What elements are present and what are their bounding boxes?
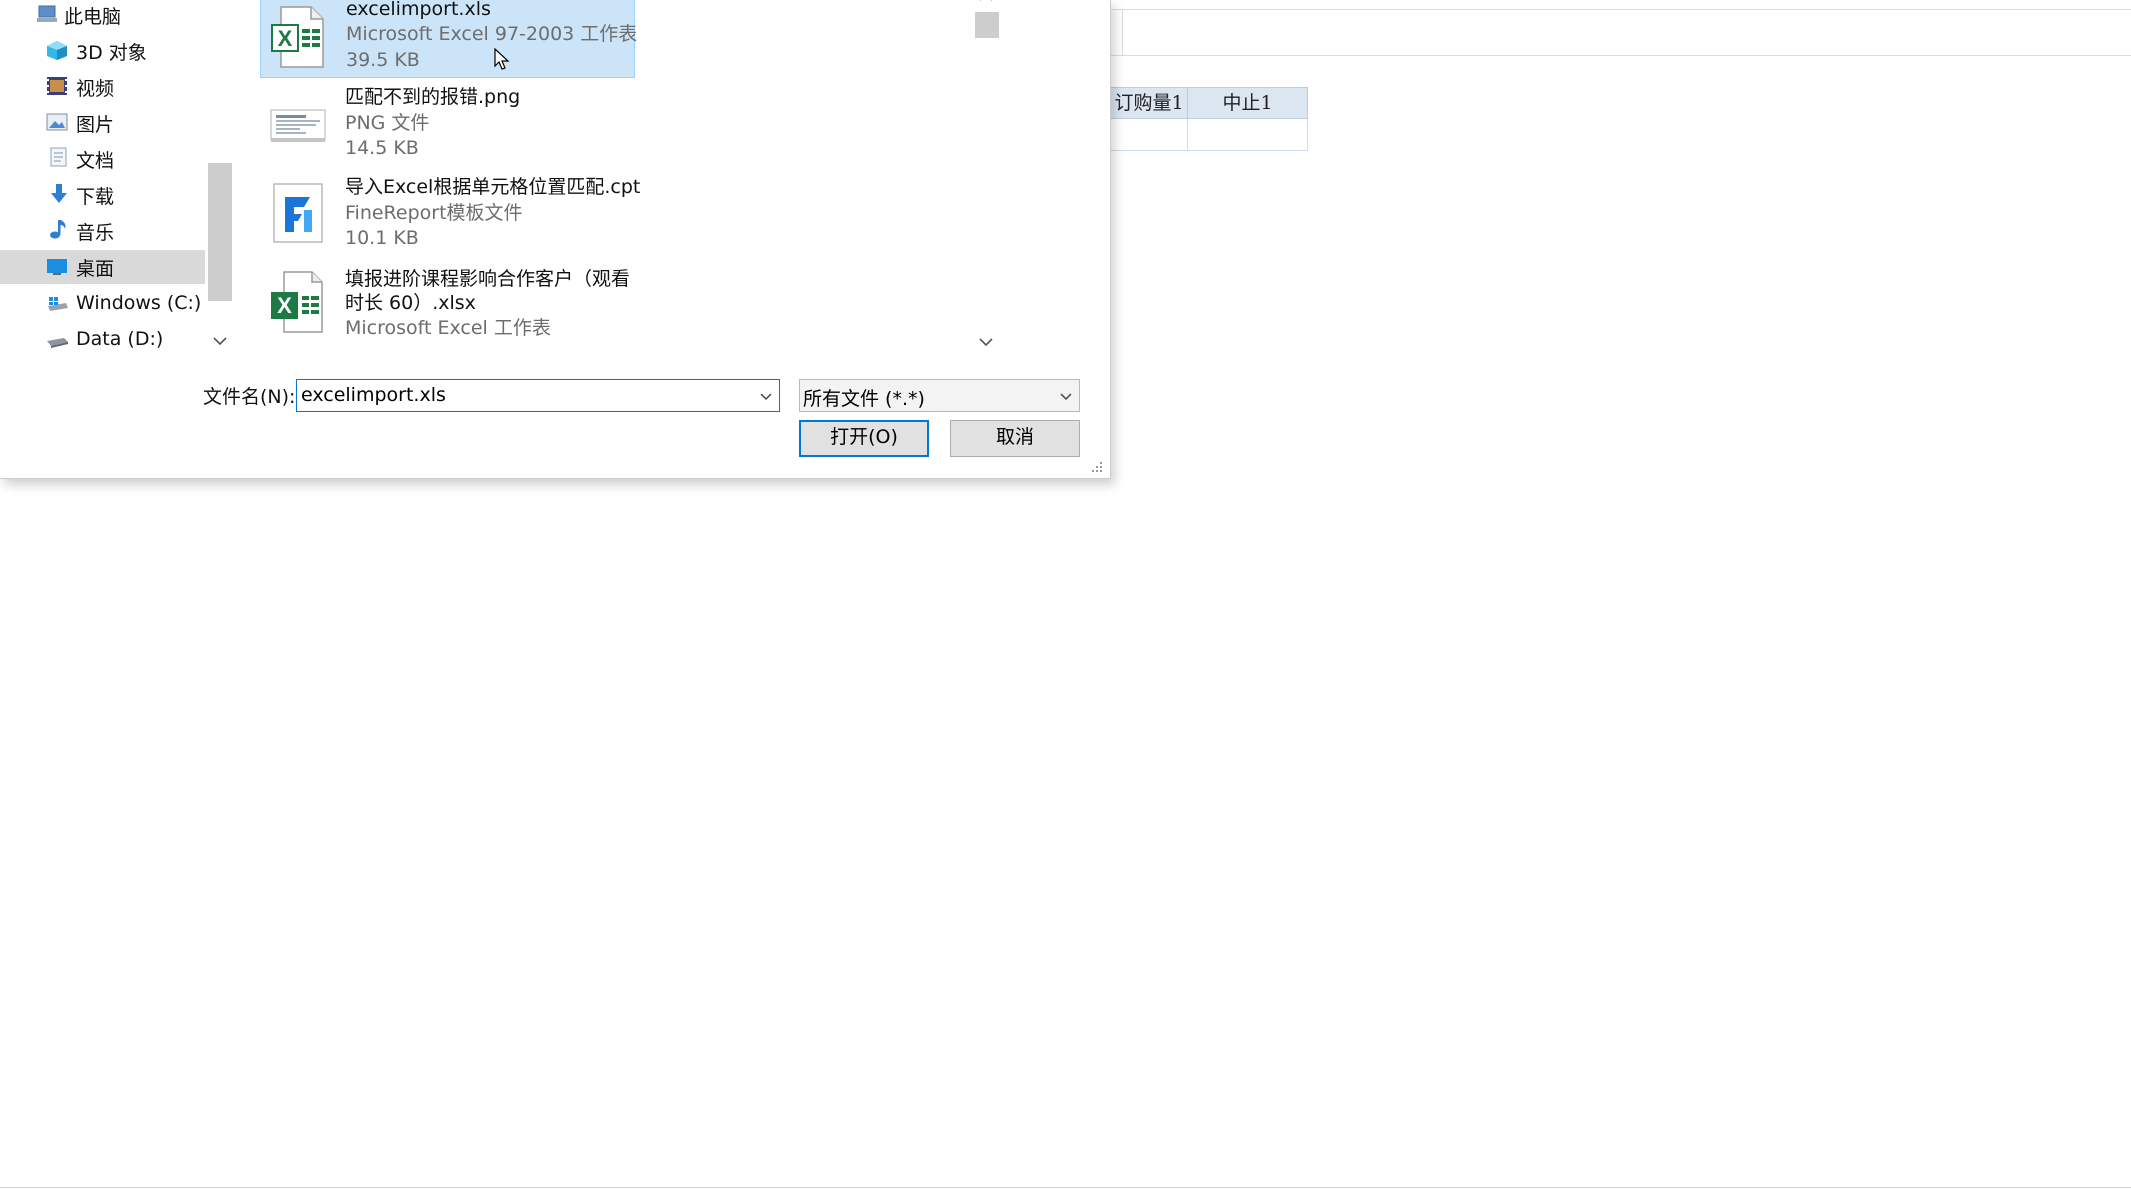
nav-item-pictures[interactable]: 图片 <box>0 106 205 140</box>
nav-item-desktop[interactable]: 桌面 <box>0 250 205 284</box>
music-note-icon <box>50 220 66 239</box>
png-thumbnail-icon <box>270 109 326 142</box>
file-size: 10.1 KB <box>345 227 419 249</box>
nav-item-music[interactable]: 音乐 <box>0 214 205 248</box>
download-arrow-icon <box>51 184 67 203</box>
file-item-xlsx[interactable]: X 填报进阶课程影响合作客户（观看 时长 60）.xlsx Microsoft … <box>260 264 635 344</box>
filename-input[interactable]: excelimport.xls <box>301 384 446 406</box>
video-icon <box>47 77 67 95</box>
file-item-cpt[interactable]: 导入Excel根据单元格位置匹配.cpt FineReport模板文件 10.1… <box>260 174 640 260</box>
picture-icon <box>46 113 68 131</box>
file-name: 导入Excel根据单元格位置匹配.cpt <box>345 176 641 198</box>
grid-cell[interactable] <box>1187 119 1308 151</box>
file-type: Microsoft Excel 97-2003 工作表 <box>346 23 638 45</box>
filename-label: 文件名(N): <box>203 386 296 408</box>
toolbar-divider-top <box>1110 9 2131 10</box>
cube-3d-icon <box>47 41 67 60</box>
nav-scrollbar-thumb[interactable] <box>208 163 232 301</box>
excel-xlsx-icon: X <box>271 271 323 333</box>
chevron-down-icon[interactable] <box>759 386 773 406</box>
svg-text:X: X <box>278 26 293 51</box>
nav-item-windows-drive[interactable]: Windows (C:) <box>0 286 205 320</box>
file-name: excelimport.xls <box>346 0 491 20</box>
computer-icon <box>37 5 57 22</box>
chevron-down-icon[interactable] <box>1059 386 1073 406</box>
toolbar-divider-bottom <box>1110 55 2131 56</box>
toolbar-separator <box>1122 10 1123 56</box>
nav-item-videos[interactable]: 视频 <box>0 70 205 104</box>
file-list-scrollbar-thumb[interactable] <box>975 12 999 38</box>
nav-item-data-drive[interactable]: Data (D:) <box>0 322 205 356</box>
chevron-up-icon[interactable] <box>979 0 993 2</box>
nav-item-3d-objects[interactable]: 3D 对象 <box>0 34 205 68</box>
status-divider <box>0 1187 2131 1188</box>
finereport-icon <box>273 183 323 243</box>
nav-item-documents[interactable]: 文档 <box>0 142 205 176</box>
file-size: 14.5 KB <box>345 137 419 159</box>
svg-text:X: X <box>277 293 292 318</box>
desktop-icon <box>47 259 67 275</box>
file-name: 匹配不到的报错.png <box>345 86 521 108</box>
document-icon <box>50 147 67 167</box>
file-item-png[interactable]: 匹配不到的报错.png PNG 文件 14.5 KB <box>260 84 635 170</box>
file-type: Microsoft Excel 工作表 <box>345 317 551 339</box>
filetype-select[interactable]: 所有文件 (*.*) <box>799 379 1080 412</box>
open-button[interactable]: 打开(O) <box>799 420 929 457</box>
filename-combobox[interactable]: excelimport.xls <box>296 379 780 412</box>
mouse-cursor-icon <box>494 48 510 70</box>
file-type: FineReport模板文件 <box>345 202 523 224</box>
grid-cell[interactable] <box>1110 119 1188 151</box>
nav-item-downloads[interactable]: 下载 <box>0 178 205 212</box>
cancel-button[interactable]: 取消 <box>950 420 1080 457</box>
resize-grip-icon[interactable] <box>1090 460 1104 474</box>
file-name: 时长 60）.xlsx <box>345 292 476 314</box>
drive-icon <box>47 338 68 348</box>
file-size: 39.5 KB <box>346 49 420 71</box>
windows-drive-icon <box>48 297 68 311</box>
file-type: PNG 文件 <box>345 112 430 134</box>
open-file-dialog: ⌃ 此电脑 3D 对象 视频 图片 文档 下载 音乐 桌面 Windows (C… <box>0 0 1111 479</box>
excel-xls-icon: X <box>271 6 324 68</box>
grid-header-order-qty[interactable]: 订购量1 <box>1110 87 1188 119</box>
grid-header-stop[interactable]: 中止1 <box>1187 87 1308 119</box>
nav-item-this-pc[interactable]: 此电脑 <box>0 0 205 32</box>
chevron-down-icon[interactable] <box>213 336 227 346</box>
file-name: 填报进阶课程影响合作客户（观看 <box>345 268 631 290</box>
file-item-excelimport[interactable]: X excelimport.xls Microsoft Excel 97-200… <box>260 0 638 78</box>
chevron-down-icon[interactable] <box>979 337 993 347</box>
